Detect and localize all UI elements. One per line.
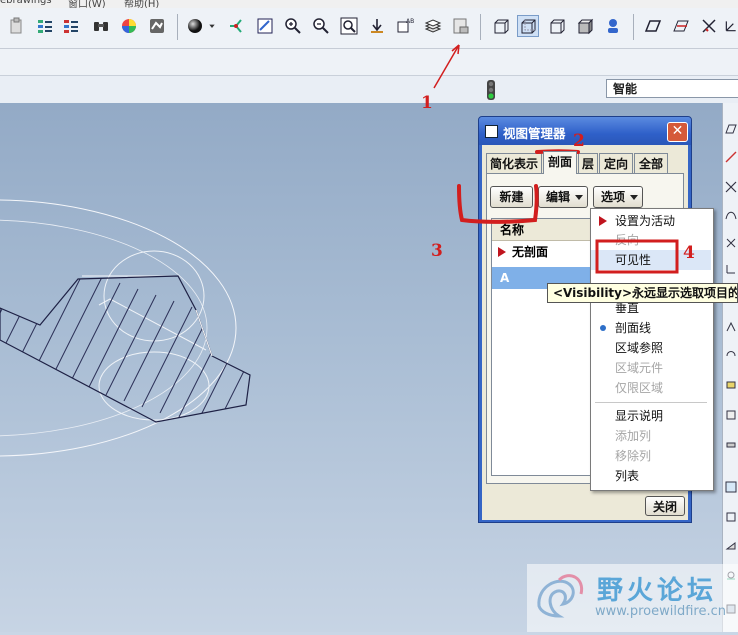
extrude-tool-icon[interactable]: [725, 321, 737, 333]
site-watermark: 野火论坛 www.proewildfire.cn: [527, 564, 738, 632]
menu-item-label: 剖面线: [615, 321, 652, 335]
menu-item-label: 设置为活动: [615, 214, 676, 228]
tab-layers[interactable]: 层: [578, 153, 598, 173]
annotation-label-4: 4: [683, 243, 695, 263]
right-feature-toolbar: [722, 103, 738, 632]
tab-simplified-rep[interactable]: 简化表示: [486, 153, 542, 173]
options-dropdown-menu: 设置为活动 反向 可见性 垂直 剖面线 区域参照 区域元件 仅限区域 显示说明 …: [590, 208, 714, 491]
datum-point-icon[interactable]: [698, 15, 720, 37]
blend-tool-icon[interactable]: [725, 409, 737, 421]
shell-tool-icon[interactable]: [725, 481, 737, 493]
layers-icon[interactable]: [422, 15, 444, 37]
fit-icon[interactable]: [338, 15, 360, 37]
active-arrow-icon: [599, 216, 607, 226]
zoom-in-icon[interactable]: [282, 15, 304, 37]
active-arrow-icon: [498, 247, 506, 257]
sweep-tool-icon[interactable]: [725, 379, 737, 391]
regenerate-manager-icon[interactable]: [60, 15, 82, 37]
model-display-icon[interactable]: [146, 15, 168, 37]
menu-item-add-column: 添加列: [615, 429, 652, 443]
datum-plane-tool-icon[interactable]: [725, 123, 737, 135]
annotation-label-3: 3: [431, 241, 443, 261]
annotation-display-icon[interactable]: AB: [394, 15, 416, 37]
menu-item-set-active[interactable]: 设置为活动: [591, 211, 711, 231]
tab-all[interactable]: 全部: [634, 153, 668, 173]
datum-axis-icon[interactable]: [670, 15, 692, 37]
status-bar: 智能: [0, 75, 738, 104]
menu-drawings[interactable]: ebrawings: [0, 0, 52, 6]
menu-item-hatching[interactable]: 剖面线: [591, 318, 711, 338]
csys-tool-icon[interactable]: [725, 263, 737, 275]
chevron-down-icon[interactable]: [206, 15, 218, 37]
radio-dot-icon: [600, 325, 606, 331]
menu-item-list[interactable]: 列表: [591, 466, 711, 486]
view-manager-icon[interactable]: [450, 15, 472, 37]
draft-tool-icon[interactable]: [725, 539, 737, 551]
sketch-tool-icon[interactable]: [725, 151, 737, 163]
menu-item-zone-components: 区域元件: [615, 361, 664, 375]
paste-icon[interactable]: [6, 15, 28, 37]
find-icon[interactable]: [90, 15, 112, 37]
regenerate-icon[interactable]: [34, 15, 56, 37]
revolve-tool-icon[interactable]: [725, 346, 737, 358]
flame-logo-icon: [537, 574, 584, 618]
dialog-close-icon[interactable]: ✕: [667, 122, 688, 142]
watermark-url: www.proewildfire.cn: [595, 604, 726, 619]
menu-item-remove-column: 移除列: [615, 449, 652, 463]
chevron-down-icon: [575, 195, 583, 200]
toolbar-separator: [633, 14, 634, 40]
visibility-tooltip: <Visibility>永远显示选取项目的: [547, 283, 738, 303]
menu-item-show-description[interactable]: 显示说明: [591, 406, 711, 426]
list-item-label: 无剖面: [512, 245, 549, 259]
tab-cross-section[interactable]: 剖面: [543, 151, 577, 174]
refit-icon[interactable]: [254, 15, 276, 37]
reorient-icon[interactable]: [366, 15, 388, 37]
menu-help[interactable]: 帮助(H): [124, 0, 159, 8]
hole-tool-icon[interactable]: [725, 439, 737, 451]
dialog-title-bar[interactable]: 视图管理器 ✕: [479, 117, 691, 145]
edit-button[interactable]: 编辑: [538, 186, 588, 208]
options-button[interactable]: 选项: [593, 186, 643, 208]
axis-tool-icon[interactable]: [725, 181, 737, 193]
hidden-line-icon[interactable]: [517, 15, 539, 37]
edit-button-label: 编辑: [545, 190, 570, 204]
tab-orient[interactable]: 定向: [599, 153, 633, 173]
list-item-label: A: [500, 271, 510, 285]
datum-plane-icon[interactable]: [642, 15, 664, 37]
user-spin-icon[interactable]: [602, 15, 624, 37]
coordinate-system-icon[interactable]: [724, 15, 738, 37]
secondary-toolbar-area: [0, 49, 738, 75]
menu-item-zone-reference[interactable]: 区域参照: [591, 338, 711, 358]
svg-text:AB: AB: [406, 18, 414, 25]
dialog-title: 视图管理器: [503, 126, 566, 141]
shading-sphere-icon[interactable]: [184, 15, 206, 37]
annotation-label-2: 2: [573, 131, 585, 151]
no-hidden-icon[interactable]: [546, 15, 568, 37]
datum-display-icon[interactable]: [226, 15, 248, 37]
point-tool-icon[interactable]: [725, 237, 737, 249]
options-button-label: 选项: [600, 190, 625, 204]
window-icon: [485, 125, 498, 138]
curve-tool-icon[interactable]: [725, 209, 737, 221]
main-toolbar: AB: [0, 8, 738, 49]
annotation-label-1: 1: [421, 93, 433, 113]
zoom-out-icon[interactable]: [310, 15, 332, 37]
traffic-light-icon[interactable]: [483, 79, 499, 104]
new-button[interactable]: 新建: [490, 186, 533, 208]
toolbar-separator: [177, 14, 178, 40]
selection-filter-box[interactable]: 智能: [606, 79, 738, 98]
rib-tool-icon[interactable]: [725, 511, 737, 523]
menu-window[interactable]: 窗口(W): [68, 0, 106, 8]
close-button[interactable]: 关闭: [645, 496, 685, 516]
appearance-icon[interactable]: [118, 15, 140, 37]
shading-icon[interactable]: [574, 15, 596, 37]
menu-bar: ebrawings 窗口(W) 帮助(H): [0, 0, 738, 8]
menu-item-zone-only: 仅限区域: [615, 381, 664, 395]
watermark-title: 野火论坛: [597, 576, 718, 606]
chevron-down-icon: [630, 195, 638, 200]
toolbar-separator: [480, 14, 481, 40]
menu-separator: [595, 402, 707, 403]
wireframe-icon[interactable]: [490, 15, 512, 37]
